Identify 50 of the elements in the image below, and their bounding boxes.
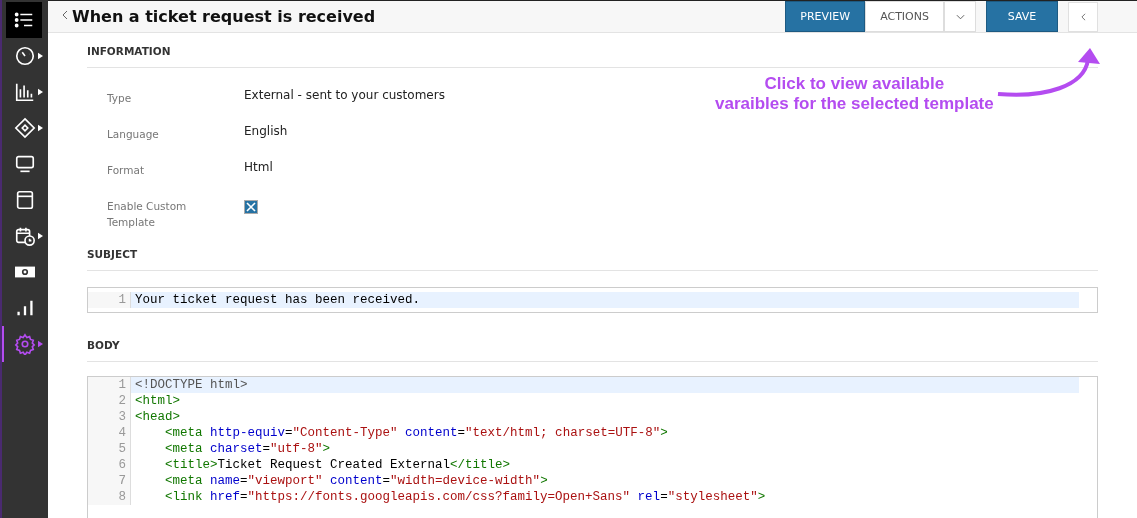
code-line: <meta http-equiv="Content-Type" content="text/html; charset=UTF-8"> <box>164 425 669 441</box>
field-value: English <box>244 123 288 138</box>
caret-icon <box>38 124 43 132</box>
line-number: 2 <box>88 393 131 409</box>
code-line: <html> <box>134 393 181 409</box>
code-editor[interactable] <box>87 376 1098 518</box>
code-line: <head> <box>134 409 181 425</box>
line-number: 5 <box>88 441 131 457</box>
nav-item[interactable] <box>6 2 42 38</box>
section-heading: BODY <box>87 327 1098 362</box>
chevron-down-icon <box>955 13 965 20</box>
gear-icon <box>14 333 36 355</box>
caret-icon <box>38 232 43 240</box>
code-line: <meta name="viewport" content="width=device-width"> <box>164 473 549 489</box>
line-number: 6 <box>88 457 131 473</box>
field-label: Type <box>107 91 133 106</box>
field-value: External - sent to your customers <box>244 87 445 102</box>
line-number: 4 <box>88 425 131 441</box>
ticket-icon <box>14 117 36 139</box>
calendar-clock-icon <box>14 225 36 247</box>
code-line: <title>Ticket Request Created External</title> <box>164 457 512 473</box>
line-number: 8 <box>88 489 131 505</box>
caret-icon <box>38 340 43 348</box>
window-icon <box>14 189 36 211</box>
caret-icon <box>38 88 43 96</box>
annotation-text: Click to view available varaibles for the selected template <box>715 74 994 114</box>
checkbox[interactable] <box>244 200 258 214</box>
line-number: 1 <box>88 292 131 308</box>
caret-icon <box>38 52 43 60</box>
line-number: 3 <box>88 409 131 425</box>
gauge-icon <box>14 45 36 67</box>
page-title: When a ticket request is received <box>72 7 376 26</box>
field-label: Format <box>107 163 145 178</box>
chevron-left-icon <box>62 9 68 20</box>
monitor-icon <box>14 153 36 175</box>
field-label: Language <box>107 127 160 142</box>
chevron-left-icon <box>1080 12 1086 21</box>
field-value: Html <box>244 159 273 174</box>
field-label: Enable Custom Template <box>107 199 188 230</box>
line-number: 1 <box>88 377 131 393</box>
code-line: <meta charset="utf-8"> <box>164 441 332 457</box>
code-editor[interactable]: 1 Your ticket request has been received. <box>87 287 1098 313</box>
preview-button[interactable]: PREVIEW <box>785 1 866 32</box>
panel-toggle-button[interactable] <box>1068 1 1098 32</box>
save-button[interactable]: SAVE <box>986 1 1058 32</box>
section-heading: SUBJECT <box>87 236 1098 271</box>
actions-button[interactable]: ACTIONS <box>865 1 944 32</box>
bar-chart-icon <box>14 81 36 103</box>
code-line: <link href="https://fonts.googleapis.com/css?family=Open+Sans" rel="stylesheet"> <box>164 489 767 505</box>
line-number: 7 <box>88 473 131 489</box>
